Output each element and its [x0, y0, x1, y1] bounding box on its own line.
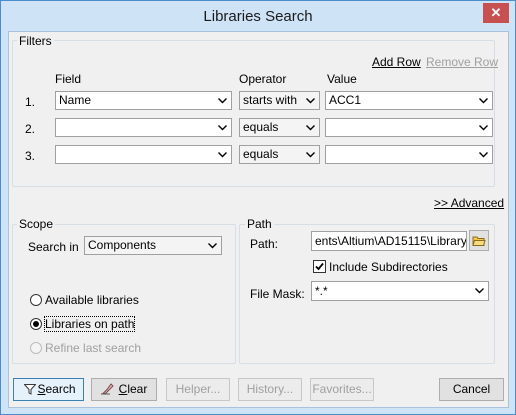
- filter-row-number: 3.: [25, 149, 36, 163]
- filters-group: [12, 40, 495, 187]
- filter-field-select-1[interactable]: Name: [55, 91, 232, 110]
- libraries-search-dialog: Libraries Search ✕ Filters Add Row Remov…: [0, 0, 516, 415]
- close-icon: ✕: [490, 5, 502, 20]
- path-input[interactable]: ents\Altium\AD15115\Library\: [311, 231, 467, 251]
- field-column-header: Field: [55, 72, 82, 86]
- chevron-down-icon: [216, 146, 229, 163]
- helper-button-label: Helper...: [175, 382, 221, 396]
- search-button[interactable]: Search: [13, 378, 84, 401]
- include-subdirectories-checkbox[interactable]: [313, 260, 326, 273]
- history-button[interactable]: History...: [238, 378, 302, 401]
- advanced-link[interactable]: >> Advanced: [434, 196, 504, 210]
- path-input-value: ents\Altium\AD15115\Library\: [315, 234, 467, 248]
- refine-last-search-label[interactable]: Refine last search: [45, 341, 141, 355]
- title-bar[interactable]: Libraries Search ✕: [1, 1, 515, 31]
- filter-operator-value: starts with: [243, 93, 298, 107]
- chevron-down-icon: [206, 237, 219, 254]
- chevron-down-icon: [304, 119, 317, 136]
- chevron-down-icon: [304, 92, 317, 109]
- add-row-link[interactable]: Add Row: [372, 55, 421, 69]
- helper-button[interactable]: Helper...: [166, 378, 230, 401]
- search-in-label: Search in: [28, 240, 79, 254]
- filters-group-label: Filters: [17, 34, 54, 48]
- search-in-select[interactable]: Components: [84, 236, 222, 255]
- filter-value-select-2[interactable]: [325, 118, 493, 137]
- cancel-button-label: Cancel: [452, 382, 491, 396]
- filter-value-select-3[interactable]: [325, 145, 493, 164]
- chevron-down-icon: [473, 282, 486, 299]
- history-button-label: History...: [246, 382, 294, 396]
- refine-last-search-radio[interactable]: [30, 342, 42, 354]
- search-in-value: Components: [88, 238, 157, 252]
- include-subdirectories-label[interactable]: Include Subdirectories: [329, 260, 448, 274]
- dialog-title: Libraries Search: [203, 8, 313, 25]
- eraser-icon: [101, 383, 114, 395]
- folder-icon: [472, 236, 486, 246]
- cancel-button[interactable]: Cancel: [439, 378, 504, 401]
- libraries-on-path-label[interactable]: Libraries on path: [43, 316, 136, 332]
- remove-row-link[interactable]: Remove Row: [426, 55, 498, 69]
- available-libraries-label[interactable]: Available libraries: [45, 293, 139, 307]
- value-column-header: Value: [327, 72, 357, 86]
- close-button[interactable]: ✕: [483, 3, 509, 23]
- operator-column-header: Operator: [239, 72, 287, 86]
- filter-value-select-1[interactable]: ACC1: [325, 91, 493, 110]
- checkmark-icon: [315, 262, 324, 271]
- clear-button[interactable]: Clear: [91, 378, 157, 401]
- chevron-down-icon: [304, 146, 317, 163]
- scope-group-label: Scope: [17, 217, 56, 231]
- filter-value-value: ACC1: [329, 93, 362, 107]
- filter-operator-value: equals: [243, 147, 279, 161]
- available-libraries-radio[interactable]: [30, 294, 42, 306]
- path-group-label: Path: [245, 217, 274, 231]
- filter-operator-select-3[interactable]: equals: [239, 145, 320, 164]
- path-label: Path:: [250, 237, 279, 251]
- dialog-body: Filters Add Row Remove Row Field Operato…: [8, 31, 509, 408]
- chevron-down-icon: [216, 92, 229, 109]
- filter-field-value: Name: [59, 93, 92, 107]
- favorites-button[interactable]: Favorites...: [310, 378, 374, 401]
- libraries-on-path-radio[interactable]: [30, 318, 42, 330]
- chevron-down-icon: [216, 119, 229, 136]
- browse-folder-button[interactable]: [469, 230, 489, 251]
- filter-field-select-3[interactable]: [55, 145, 232, 164]
- file-mask-select[interactable]: *.*: [311, 281, 489, 301]
- chevron-down-icon: [477, 92, 490, 109]
- filter-row-number: 2.: [25, 122, 36, 136]
- filter-operator-select-2[interactable]: equals: [239, 118, 320, 137]
- filter-field-select-2[interactable]: [55, 118, 232, 137]
- filter-row-number: 1.: [25, 95, 36, 109]
- favorites-button-label: Favorites...: [312, 382, 372, 396]
- chevron-down-icon: [477, 146, 490, 163]
- file-mask-value: *.*: [315, 284, 328, 298]
- filter-operator-value: equals: [243, 120, 279, 134]
- chevron-down-icon: [477, 119, 490, 136]
- funnel-icon: [24, 384, 36, 395]
- file-mask-label: File Mask:: [250, 287, 305, 301]
- filter-operator-select-1[interactable]: starts with: [239, 91, 320, 110]
